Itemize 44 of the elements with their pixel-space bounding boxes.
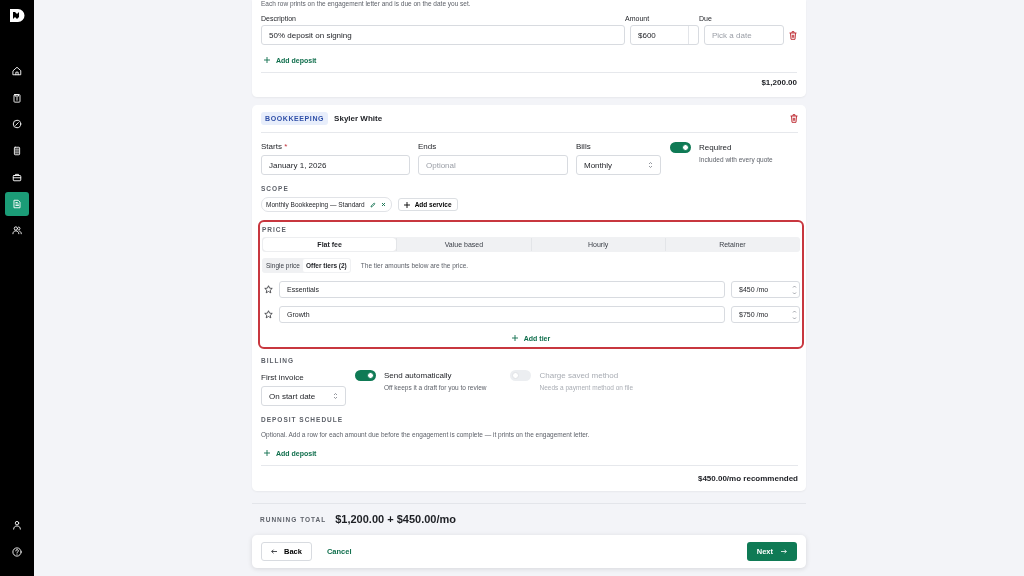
document-icon [11, 197, 23, 210]
user-icon [11, 519, 23, 531]
calculator-icon [11, 144, 23, 157]
pencil-icon[interactable] [369, 201, 376, 208]
recommended-total: $450.00/mo recommended [696, 474, 798, 483]
start-date-field[interactable]: January 1, 2026 [261, 155, 410, 175]
users-icon [11, 224, 23, 236]
trash-icon[interactable] [790, 114, 798, 123]
select-arrows-icon [333, 392, 338, 400]
close-icon[interactable] [380, 202, 386, 207]
running-total-value: $1,200.00 + $450.00/mo [335, 513, 456, 525]
briefcase-icon [11, 171, 23, 183]
clipboard-icon [11, 91, 23, 104]
starts-label: Starts * [261, 142, 289, 151]
compass-icon [11, 118, 23, 130]
deposit-total: $1,200.00 [760, 78, 797, 87]
client-name: Skyler White [334, 114, 384, 123]
toggle-label: Send automatically [384, 371, 453, 380]
nav-item[interactable] [5, 191, 29, 216]
ends-label: Ends [418, 142, 438, 151]
bills-select[interactable]: Monthly [576, 155, 661, 175]
first-invoice-select[interactable]: On start date [261, 386, 346, 406]
home-icon [11, 65, 23, 77]
toggle-label: Charge saved method [539, 371, 620, 380]
select-arrows-icon [648, 161, 653, 169]
arrow-right-icon [781, 549, 787, 554]
plus-icon [264, 57, 270, 63]
amount-field[interactable]: $600 [630, 25, 699, 45]
description-field[interactable]: 50% deposit on signing [261, 25, 625, 45]
plus-icon [403, 201, 410, 208]
required-mark: * [284, 142, 288, 151]
toggle-label: Required [699, 143, 733, 152]
help-icon [11, 545, 23, 558]
arrow-left-icon [271, 549, 277, 554]
star-icon[interactable] [264, 310, 273, 319]
logo-icon[interactable] [9, 7, 25, 25]
plus-icon [511, 335, 518, 341]
trash-icon[interactable] [789, 30, 797, 40]
plus-icon [264, 450, 270, 456]
bills-label: Bills [576, 142, 592, 151]
first-invoice-label: First invoice [261, 373, 305, 382]
toggle-switch[interactable] [670, 142, 691, 153]
toggle-switch[interactable] [355, 370, 376, 381]
star-icon[interactable] [264, 285, 273, 294]
